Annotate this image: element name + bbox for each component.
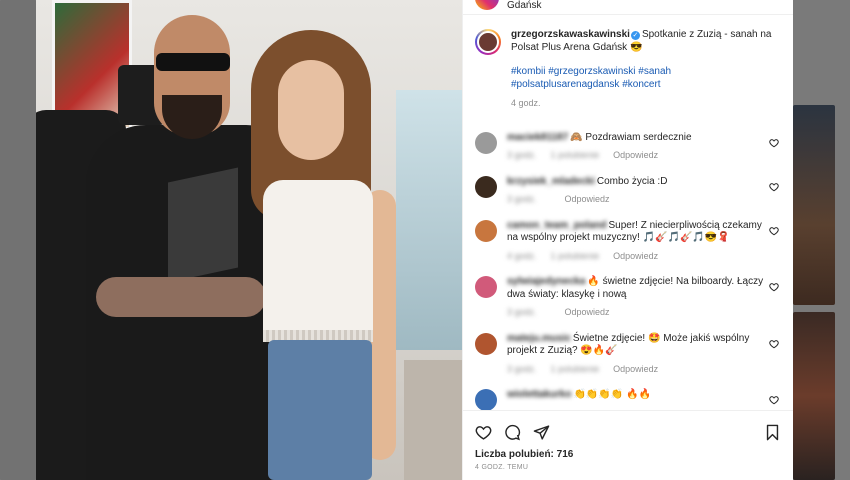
verified-badge-icon: ✓ [630,31,640,40]
author-username[interactable]: grzegorzskawaskawinski [511,29,630,40]
reply-button[interactable]: Odpowiedz [565,306,610,319]
comment-item: camon_team_poland Super! Z niecierpliwośc… [475,219,781,263]
reply-button[interactable]: Odpowiedz [565,193,610,206]
commenter-avatar[interactable] [475,131,497,154]
comment-likes[interactable]: 1 polubienie [551,363,600,376]
comment-heart-icon[interactable] [769,395,779,405]
commenter-avatar[interactable] [475,276,497,298]
comment-heart-icon[interactable] [769,339,779,349]
background-post-thumbnail[interactable] [793,105,835,305]
post-modal: Gdańsk grzegorzskawaskawinski ✓ Spotkanie … [36,0,793,480]
post-time: 4 godz. [511,98,541,108]
comment-likes[interactable]: 1 polubienie [551,149,600,162]
commenter-username[interactable]: wiolettakurko [507,389,571,400]
hashtags[interactable]: #kombii #grzegorzskawinski #sanah #polsa… [511,66,777,91]
comment-item: wiolettakurko 👏👏👏👏 🔥🔥 [475,389,781,410]
comment-heart-icon[interactable] [769,182,779,192]
reply-button[interactable]: Odpowiedz [613,149,658,162]
background-post-thumbnail[interactable] [793,312,835,480]
location-label[interactable]: Gdańsk [507,0,541,11]
heart-icon[interactable] [475,424,492,441]
comment-icon[interactable] [504,424,521,441]
comment-time: 3 godz. [507,194,537,204]
comment-time: 3 godz. [507,150,537,160]
commenter-avatar[interactable] [475,389,497,410]
share-icon[interactable] [533,424,550,441]
post-caption: grzegorzskawaskawinski ✓ Spotkanie z Zuzią… [475,29,781,110]
comment-item: mateju.music Świetne zdjęcie! 🤩 Może jaki… [475,332,781,376]
comment-time: 3 godz. [507,363,537,374]
bookmark-icon[interactable] [764,424,781,441]
post-date: 4 GODZ. TEMU [475,464,529,471]
action-bar: Liczba polubień: 716 4 GODZ. TEMU [463,410,793,480]
commenter-username[interactable]: maciek81187 [507,132,568,143]
commenter-username[interactable]: krzysiek_mladecki [507,176,595,187]
commenter-avatar[interactable] [475,219,497,242]
comment-text: 👏👏👏👏 🔥🔥 [573,389,651,400]
comment-item: krzysiek_mladecki Combo życia :D 3 godz. Od… [475,175,781,206]
comment-item: maciek81187 🙈 Pozdrawiam serdecznie 3 godz… [475,131,781,162]
likes-count[interactable]: Liczba polubień: 716 [475,449,781,460]
comment-text: Combo życia :D [596,175,668,187]
background-feed-left [0,0,36,480]
commenter-username[interactable]: camon_team_poland [507,220,606,231]
comment-heart-icon[interactable] [769,138,779,148]
commenter-username[interactable]: mateju.music [507,333,571,344]
commenter-username[interactable]: sylwiajedynecka [507,276,585,287]
comment-item: sylwiajedynecka 🔥 świetne zdjęcie! Na bil… [475,276,781,319]
post-sidebar: Gdańsk grzegorzskawaskawinski ✓ Spotkanie … [462,0,793,480]
avatar[interactable] [475,0,499,10]
reply-button[interactable]: Odpowiedz [613,363,658,376]
comment-time: 4 godz. [507,250,537,261]
location-row: Gdańsk [463,0,793,14]
comment-heart-icon[interactable] [769,226,779,236]
post-photo[interactable] [36,0,462,480]
author-avatar[interactable] [475,29,501,55]
commenter-avatar[interactable] [475,332,497,355]
comment-list: maciek81187 🙈 Pozdrawiam serdecznie 3 godz… [475,131,781,410]
comment-likes[interactable]: 1 polubienie [551,250,600,263]
comment-text: 🙈 Pozdrawiam serdecznie [570,131,692,143]
comments-scroll[interactable]: grzegorzskawaskawinski ✓ Spotkanie z Zuzią… [463,14,793,410]
comment-time: 3 godz. [507,307,537,317]
comment-heart-icon[interactable] [769,282,779,292]
commenter-avatar[interactable] [475,175,497,198]
reply-button[interactable]: Odpowiedz [613,250,658,263]
